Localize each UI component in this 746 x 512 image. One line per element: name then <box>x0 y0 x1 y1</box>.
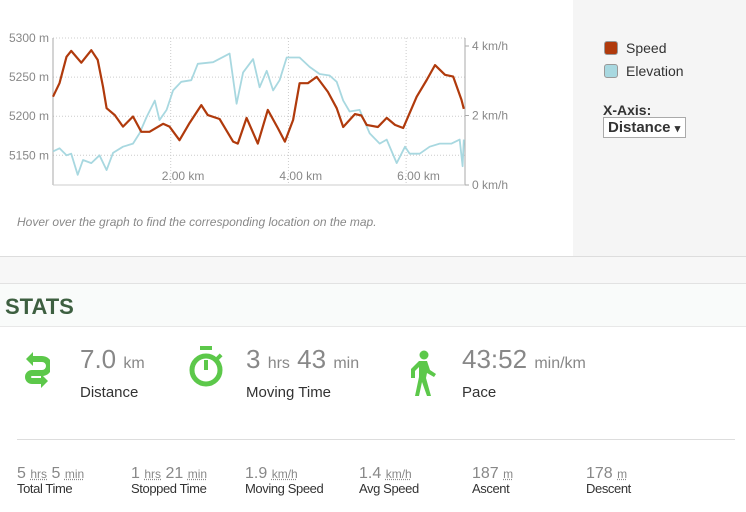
pace-value: 43:52 min/km <box>462 344 586 374</box>
stat-avg-speed: 1.4 km/h Avg Speed <box>359 465 419 496</box>
section-divider-band <box>0 257 746 284</box>
pace-label: Pace <box>462 384 497 401</box>
stat-stopped-time: 1 hrs 21 min Stopped Time <box>131 465 208 496</box>
stat-moving-speed: 1.9 km/h Moving Speed <box>245 465 324 496</box>
swap-arrows-icon <box>25 352 50 388</box>
stats-header: STATS <box>0 284 746 327</box>
chart-legend: Speed Elevation <box>604 36 684 82</box>
stat-descent: 178 m Descent <box>586 465 631 496</box>
series-speed-line <box>52 49 465 145</box>
walking-person-icon <box>411 350 436 396</box>
x-tick-label: 6.00 km <box>397 169 440 183</box>
x-axis-label: X-Axis: <box>603 102 652 118</box>
x-tick-label: 4.00 km <box>279 169 322 183</box>
stat-total-time: 5 hrs 5 min Total Time <box>17 465 85 496</box>
x-axis-selected: Distance <box>608 119 671 136</box>
x-tick-label: 2.00 km <box>162 169 205 183</box>
y-right-tick-label: 4 km/h <box>472 39 508 53</box>
y-left-tick-label: 5250 m <box>9 70 49 84</box>
speed-elevation-chart[interactable]: 5300 m 5250 m 5200 m 5150 m 2.00 km 4.00 km 6.… <box>0 0 573 200</box>
stopwatch-icon <box>189 346 223 387</box>
stat-ascent: 187 m Ascent <box>472 465 514 496</box>
legend-label: Elevation <box>626 62 684 79</box>
chart-hint: Hover over the graph to find the corresp… <box>17 215 377 229</box>
legend-item-speed[interactable]: Speed <box>604 36 684 59</box>
y-right-tick-label: 2 km/h <box>472 108 508 122</box>
stats-heading: STATS <box>5 294 74 319</box>
y-left-tick-label: 5200 m <box>9 109 49 123</box>
elevation-swatch <box>604 63 618 78</box>
legend-label: Speed <box>626 39 667 56</box>
x-axis-select[interactable]: Distance ▾ <box>603 117 687 138</box>
legend-item-elevation[interactable]: Elevation <box>604 59 684 82</box>
y-left-tick-label: 5300 m <box>9 31 49 45</box>
moving-time-value: 3 hrs 43 min <box>246 344 360 374</box>
distance-label: Distance <box>80 384 139 401</box>
distance-value: 7.0 km <box>80 344 145 374</box>
moving-time-label: Moving Time <box>246 384 332 401</box>
y-left-tick-label: 5150 m <box>9 148 49 162</box>
dropdown-arrow-icon: ▾ <box>674 123 681 135</box>
y-right-tick-label: 0 km/h <box>472 178 508 192</box>
stats-divider <box>17 439 735 440</box>
speed-swatch <box>604 40 618 55</box>
